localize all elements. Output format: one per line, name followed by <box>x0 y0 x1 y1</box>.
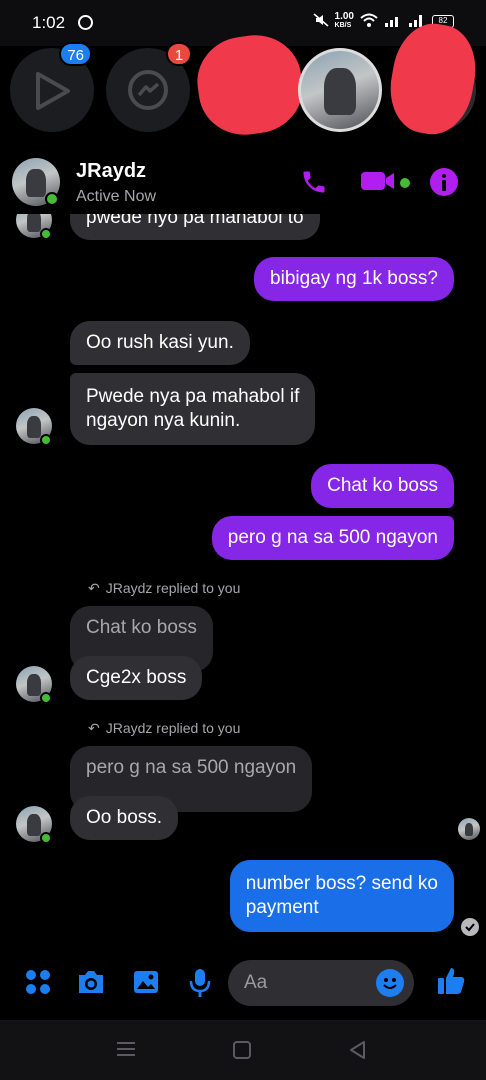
read-receipt-avatar <box>458 818 480 840</box>
active-status: Active Now <box>76 188 157 205</box>
microphone-icon[interactable] <box>188 968 212 998</box>
outgoing-message[interactable]: Chat ko boss <box>311 464 454 508</box>
wifi-icon <box>360 13 378 30</box>
messenger-notification-icon <box>78 15 93 30</box>
unread-badge: 76 <box>59 42 92 66</box>
like-icon[interactable] <box>436 966 466 996</box>
reply-note: ↶ JRaydz replied to you <box>88 580 241 596</box>
online-indicator <box>45 192 59 206</box>
online-indicator <box>40 434 52 446</box>
back-icon[interactable] <box>348 1040 368 1060</box>
camera-icon[interactable] <box>76 968 106 996</box>
reply-note: ↶ JRaydz replied to you <box>88 720 241 736</box>
incoming-message[interactable]: pwede nyo pa mahabol to <box>70 214 320 240</box>
chat-heads-row: 76 1 <box>0 17 486 148</box>
chat-header: JRaydz Active Now <box>0 148 486 214</box>
emoji-icon[interactable] <box>376 969 404 997</box>
home-icon[interactable] <box>232 1040 252 1060</box>
sent-check-icon <box>461 918 479 936</box>
contact-chat-head-avatar[interactable] <box>298 48 382 132</box>
message-input[interactable]: Aa <box>228 960 414 1006</box>
outgoing-message-multiline[interactable]: number boss? send ko payment <box>229 860 454 932</box>
incoming-message[interactable]: Cge2x boss <box>70 656 203 700</box>
online-indicator <box>40 832 52 844</box>
outgoing-message[interactable]: pero g na sa 500 ngayon <box>211 516 454 560</box>
reply-arrow-icon: ↶ <box>88 720 100 736</box>
messenger-chat-head[interactable]: 1 <box>106 42 192 132</box>
messenger-logo-icon <box>128 70 168 110</box>
recents-menu-icon[interactable] <box>116 1040 136 1058</box>
outgoing-message[interactable]: bibigay ng 1k boss? <box>254 257 454 301</box>
online-indicator <box>40 692 52 704</box>
more-apps-icon[interactable] <box>24 968 52 996</box>
redaction-mark <box>191 29 309 141</box>
incoming-message[interactable]: Oo rush kasi yun. <box>70 321 250 365</box>
info-icon[interactable] <box>430 168 458 196</box>
contact-name[interactable]: JRaydz <box>76 160 146 183</box>
mute-icon <box>313 12 329 30</box>
incoming-message[interactable]: Oo boss. <box>70 796 179 840</box>
play-icon <box>36 72 70 110</box>
message-list[interactable]: pwede nyo pa mahabol to bibigay ng 1k bo… <box>0 214 486 946</box>
video-active-dot <box>400 178 410 188</box>
system-nav-bar <box>0 1020 486 1080</box>
online-indicator <box>40 228 52 240</box>
reply-arrow-icon: ↶ <box>88 580 100 596</box>
gallery-icon[interactable] <box>132 968 160 996</box>
net-speed: 1.00 KB/S <box>334 11 354 30</box>
incoming-message-multiline[interactable]: Pwede nya pa mahabol if ngayon nya kunin… <box>70 373 316 445</box>
video-call-icon[interactable] <box>360 168 396 194</box>
composer-bar: Aa <box>0 946 486 1020</box>
signal-icon <box>384 13 402 30</box>
play-chat-head[interactable]: 76 <box>10 42 94 132</box>
phone-call-icon[interactable] <box>300 168 328 196</box>
unread-badge: 1 <box>166 42 192 66</box>
redaction-mark <box>383 17 483 141</box>
